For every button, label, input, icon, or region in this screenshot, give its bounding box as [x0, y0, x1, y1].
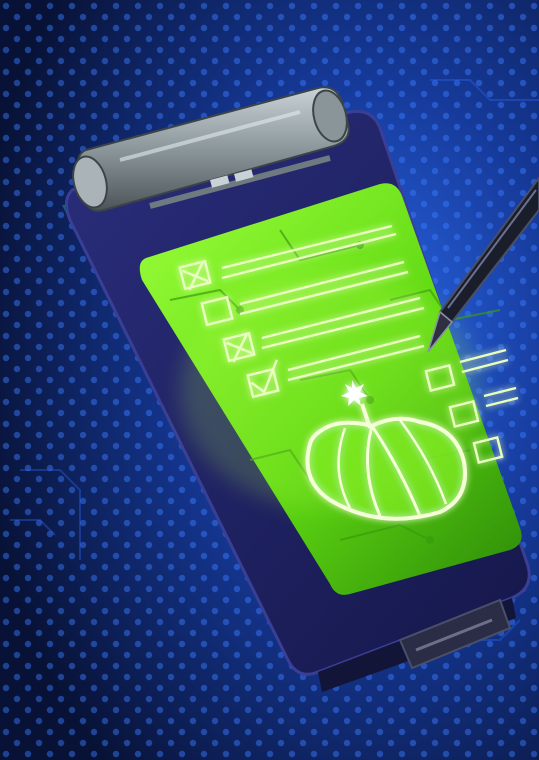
artwork-scene	[0, 0, 539, 760]
clipboard-illustration	[0, 0, 539, 760]
